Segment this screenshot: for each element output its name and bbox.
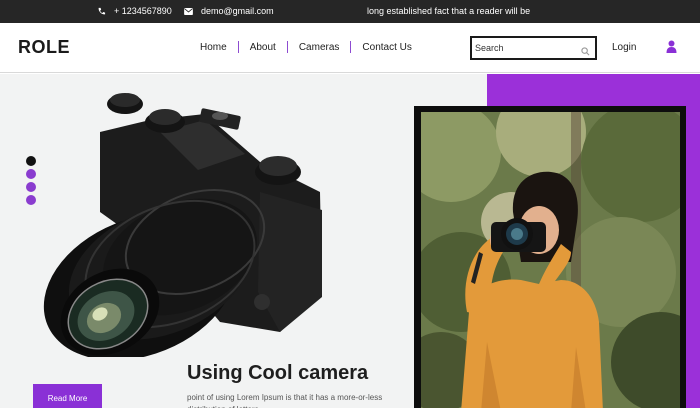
hero-section: Read More Using Cool camera point of usi… [0,74,700,408]
search-box [470,36,597,60]
main-nav: Home About Cameras Contact Us [200,41,412,53]
hero-description: point of using Lorem Ipsum is that it ha… [187,393,383,408]
nav-divider [286,41,288,53]
nav-cameras[interactable]: Cameras [299,42,340,53]
hero-headline: Using Cool camera [187,362,369,384]
site-header: ROLE Home About Cameras Contact Us Login [0,23,700,73]
user-icon[interactable] [666,40,677,58]
read-more-button[interactable]: Read More [33,384,102,408]
login-link[interactable]: Login [612,42,636,53]
nav-divider [237,41,239,53]
mail-icon [184,7,193,15]
phone-icon [97,7,106,16]
nav-divider [350,41,352,53]
photographer-photo [421,112,680,408]
nav-home[interactable]: Home [200,42,227,53]
phone-number: + 1234567890 [114,6,172,16]
email-address: demo@gmail.com [201,6,274,16]
search-input[interactable] [475,41,575,55]
site-logo[interactable]: ROLE [18,37,70,58]
search-icon[interactable] [581,43,590,61]
phone-contact[interactable]: + 1234567890 [97,6,172,16]
email-contact[interactable]: demo@gmail.com [184,6,274,16]
topbar-tagline: long established fact that a reader will… [367,6,531,16]
nav-contact-us[interactable]: Contact Us [362,42,411,53]
camera-image [43,93,322,357]
nav-about[interactable]: About [250,42,276,53]
top-bar: + 1234567890 demo@gmail.com long establi… [0,0,700,23]
